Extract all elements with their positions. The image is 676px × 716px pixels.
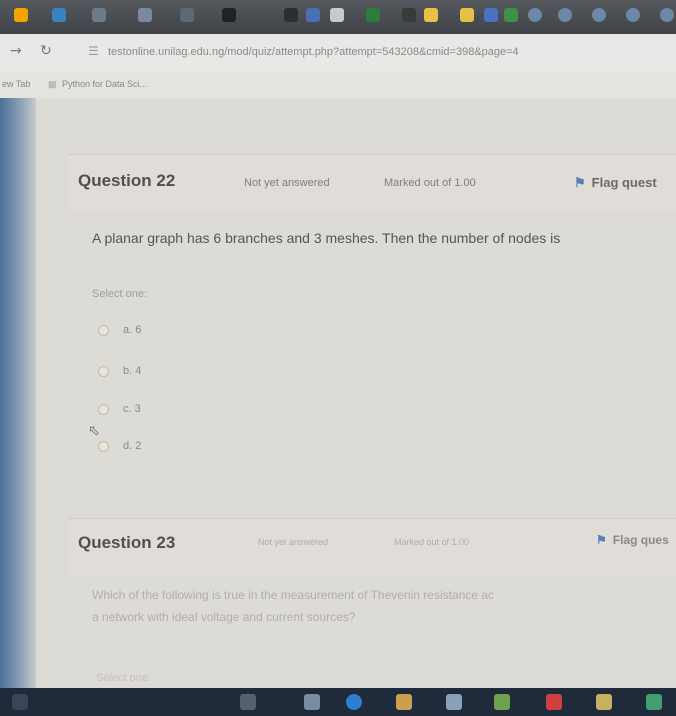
answer-option[interactable]: a. 6 (98, 321, 141, 339)
bookmarks-bar: ew Tab ▩ Python for Data Sci... (0, 72, 676, 99)
answer-option[interactable]: d. 2 (98, 437, 141, 455)
bookmark-new-tab[interactable]: ew Tab (2, 79, 30, 89)
tab-favicon-icon[interactable] (92, 8, 106, 22)
tab-favicon-icon[interactable] (366, 8, 380, 22)
tab-favicon-icon[interactable] (222, 8, 236, 22)
tab-favicon-icon[interactable] (402, 8, 416, 22)
bookmark-python-data-sci[interactable]: Python for Data Sci... (62, 79, 147, 89)
tab-favicon-icon[interactable] (626, 8, 640, 22)
site-info-icon[interactable]: ☰ (88, 44, 99, 58)
radio-icon[interactable] (98, 440, 109, 452)
select-one-label: Select one: (92, 288, 148, 300)
app-icon[interactable] (494, 694, 510, 710)
question-marks: Marked out of 1.00 (394, 537, 470, 547)
flag-label: Flag quest (591, 175, 657, 190)
quiz-content: Question 22 Not yet answered Marked out … (36, 98, 676, 688)
option-label: b. 4 (123, 365, 142, 377)
browser-tab-strip (0, 0, 676, 34)
question-marks: Marked out of 1.00 (384, 177, 476, 189)
tab-favicon-icon[interactable] (180, 8, 194, 22)
app-icon[interactable] (304, 694, 320, 710)
select-one-label: Select one: (96, 672, 152, 684)
app-icon[interactable] (646, 694, 662, 710)
option-label: a. 6 (123, 324, 142, 336)
taskbar (0, 688, 676, 716)
tab-favicon-icon[interactable] (484, 8, 498, 22)
tab-favicon-icon[interactable] (138, 8, 152, 22)
tab-favicon-icon[interactable] (424, 8, 438, 22)
question-text-line1: Which of the following is true in the me… (92, 588, 494, 602)
app-icon[interactable] (546, 694, 562, 710)
radio-icon[interactable] (98, 324, 109, 336)
reload-icon[interactable]: ↻ (40, 43, 52, 59)
question-text-line2: a network with ideal voltage and current… (92, 610, 356, 624)
flag-question-button[interactable]: ⚑ Flag quest (574, 175, 657, 191)
url-field[interactable]: testonline.unilag.edu.ng/mod/quiz/attemp… (108, 46, 519, 58)
tab-favicon-icon[interactable] (528, 8, 542, 22)
question-22-info: Question 22 Not yet answered Marked out … (68, 154, 676, 211)
radio-icon[interactable] (98, 365, 109, 377)
question-23-info: Question 23 Not yet answered Marked out … (68, 518, 676, 575)
tab-favicon-icon[interactable] (504, 8, 518, 22)
question-number: Question 23 (78, 533, 176, 552)
app-icon[interactable] (596, 694, 612, 710)
back-arrow-icon[interactable]: → (10, 43, 22, 59)
tab-favicon-icon[interactable] (14, 8, 28, 22)
tab-favicon-icon[interactable] (330, 8, 344, 22)
mouse-cursor-icon: ⬁ (88, 422, 100, 438)
tab-favicon-icon[interactable] (660, 8, 674, 22)
app-icon[interactable] (240, 694, 256, 710)
app-icon[interactable] (446, 694, 462, 710)
app-icon[interactable] (346, 694, 362, 710)
flag-label: Flag ques (612, 533, 669, 547)
app-icon[interactable] (12, 694, 28, 710)
tab-favicon-icon[interactable] (460, 8, 474, 22)
question-number: Question 22 (78, 171, 176, 190)
answer-option[interactable]: c. 3 (98, 400, 141, 418)
tab-favicon-icon[interactable] (592, 8, 606, 22)
flag-icon: ⚑ (574, 175, 586, 190)
app-icon[interactable] (396, 694, 412, 710)
bookmark-icon: ▩ (48, 79, 57, 89)
flag-icon: ⚑ (596, 533, 607, 547)
radio-icon[interactable] (98, 403, 109, 415)
left-sidebar-edge (0, 98, 36, 716)
option-label: d. 2 (123, 440, 142, 452)
question-state: Not yet answered (258, 537, 329, 547)
answer-option[interactable]: b. 4 (98, 362, 141, 380)
option-label: c. 3 (123, 403, 141, 415)
tab-favicon-icon[interactable] (558, 8, 572, 22)
tab-favicon-icon[interactable] (52, 8, 66, 22)
address-bar: → ↻ ☰ testonline.unilag.edu.ng/mod/quiz/… (0, 34, 676, 73)
tab-favicon-icon[interactable] (306, 8, 320, 22)
question-state: Not yet answered (244, 177, 330, 189)
tab-favicon-icon[interactable] (284, 8, 298, 22)
question-text: A planar graph has 6 branches and 3 mesh… (92, 230, 561, 246)
flag-question-button[interactable]: ⚑ Flag ques (596, 533, 669, 547)
